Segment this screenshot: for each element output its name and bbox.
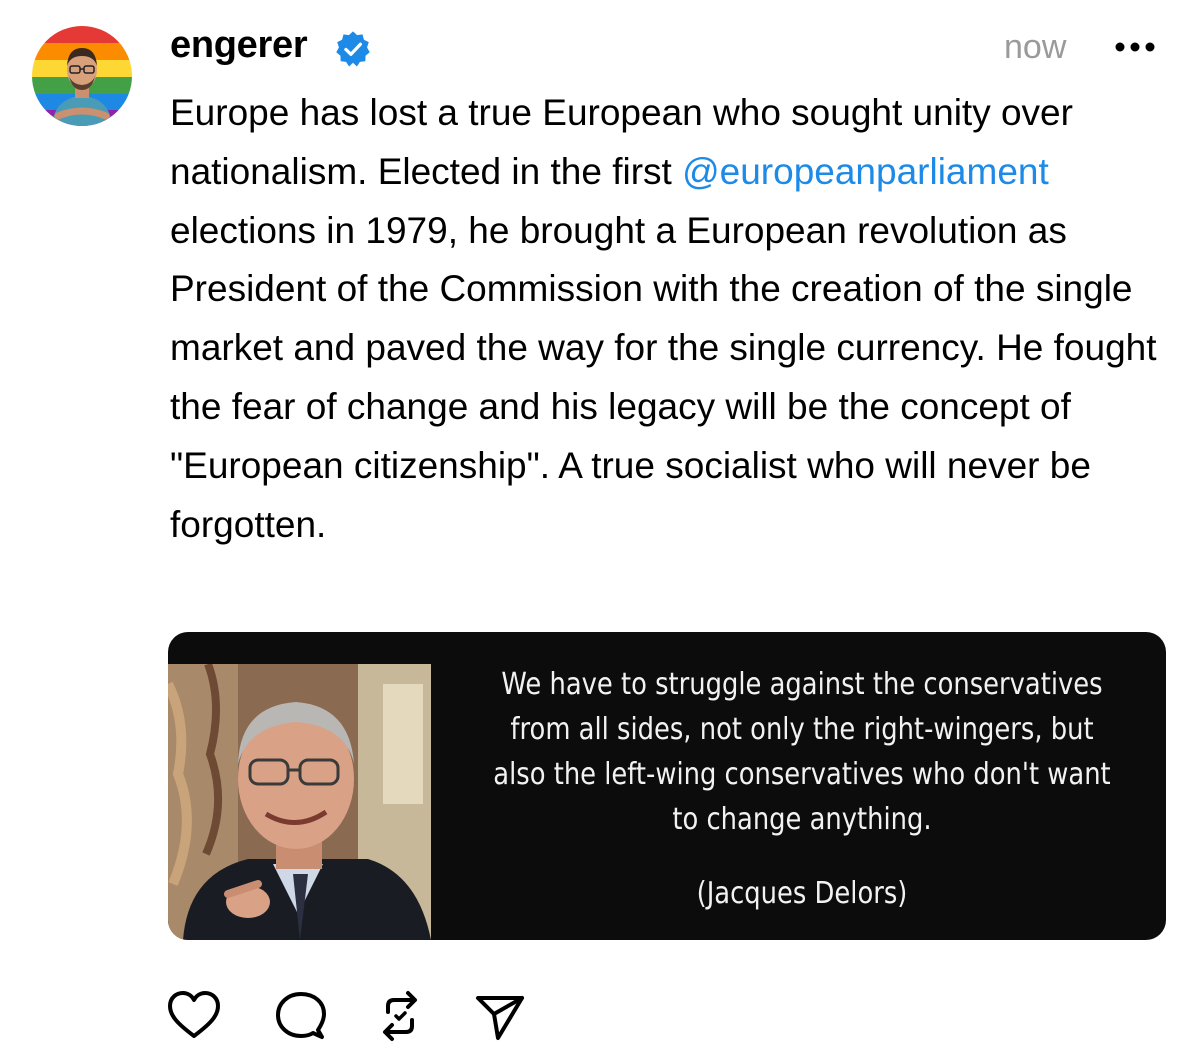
- repost-button[interactable]: [370, 986, 430, 1046]
- reply-button[interactable]: [270, 986, 330, 1046]
- repost-icon: [383, 991, 417, 1041]
- mention-link[interactable]: @europeanparliament: [682, 151, 1049, 192]
- quote-image[interactable]: We have to struggle against the conserva…: [168, 632, 1166, 940]
- avatar-image: [32, 26, 132, 126]
- more-horizontal-icon[interactable]: [1114, 30, 1158, 64]
- like-button[interactable]: [164, 986, 224, 1046]
- heart-icon: [168, 991, 220, 1038]
- send-icon: [476, 996, 524, 1040]
- share-button[interactable]: [470, 986, 530, 1046]
- username[interactable]: engerer: [170, 24, 308, 67]
- post-text-part-2: elections in 1979, he brought a European…: [170, 209, 1157, 545]
- post-text: Europe has lost a true European who soug…: [170, 84, 1180, 554]
- jacques-delors-photo: [168, 664, 431, 940]
- post-timestamp: now: [1004, 28, 1067, 66]
- verified-badge-icon: [336, 31, 370, 67]
- comment-icon: [276, 992, 326, 1039]
- quote-author: (Jacques Delors): [696, 876, 908, 911]
- avatar[interactable]: [32, 26, 132, 126]
- quote-text: We have to struggle against the conserva…: [493, 667, 1111, 837]
